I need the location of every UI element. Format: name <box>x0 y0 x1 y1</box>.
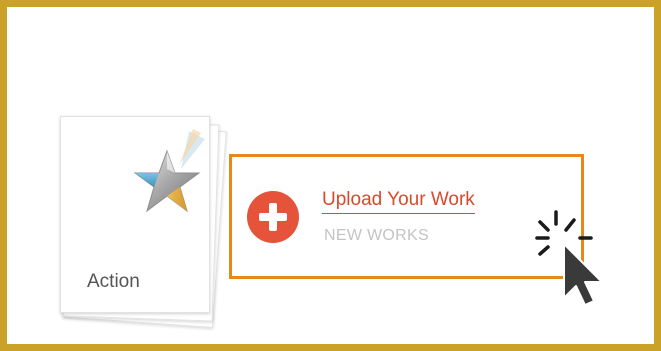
card-front[interactable]: Action <box>60 116 210 313</box>
card-label: Action <box>87 271 140 292</box>
upload-subtitle: NEW WORKS <box>324 227 429 244</box>
upload-link[interactable]: Upload Your Work <box>322 189 475 214</box>
plus-circle-icon[interactable] <box>247 191 299 243</box>
category-card-action[interactable]: Action <box>60 116 227 328</box>
click-cursor-icon <box>535 210 603 306</box>
star-logo-icon <box>133 129 205 213</box>
